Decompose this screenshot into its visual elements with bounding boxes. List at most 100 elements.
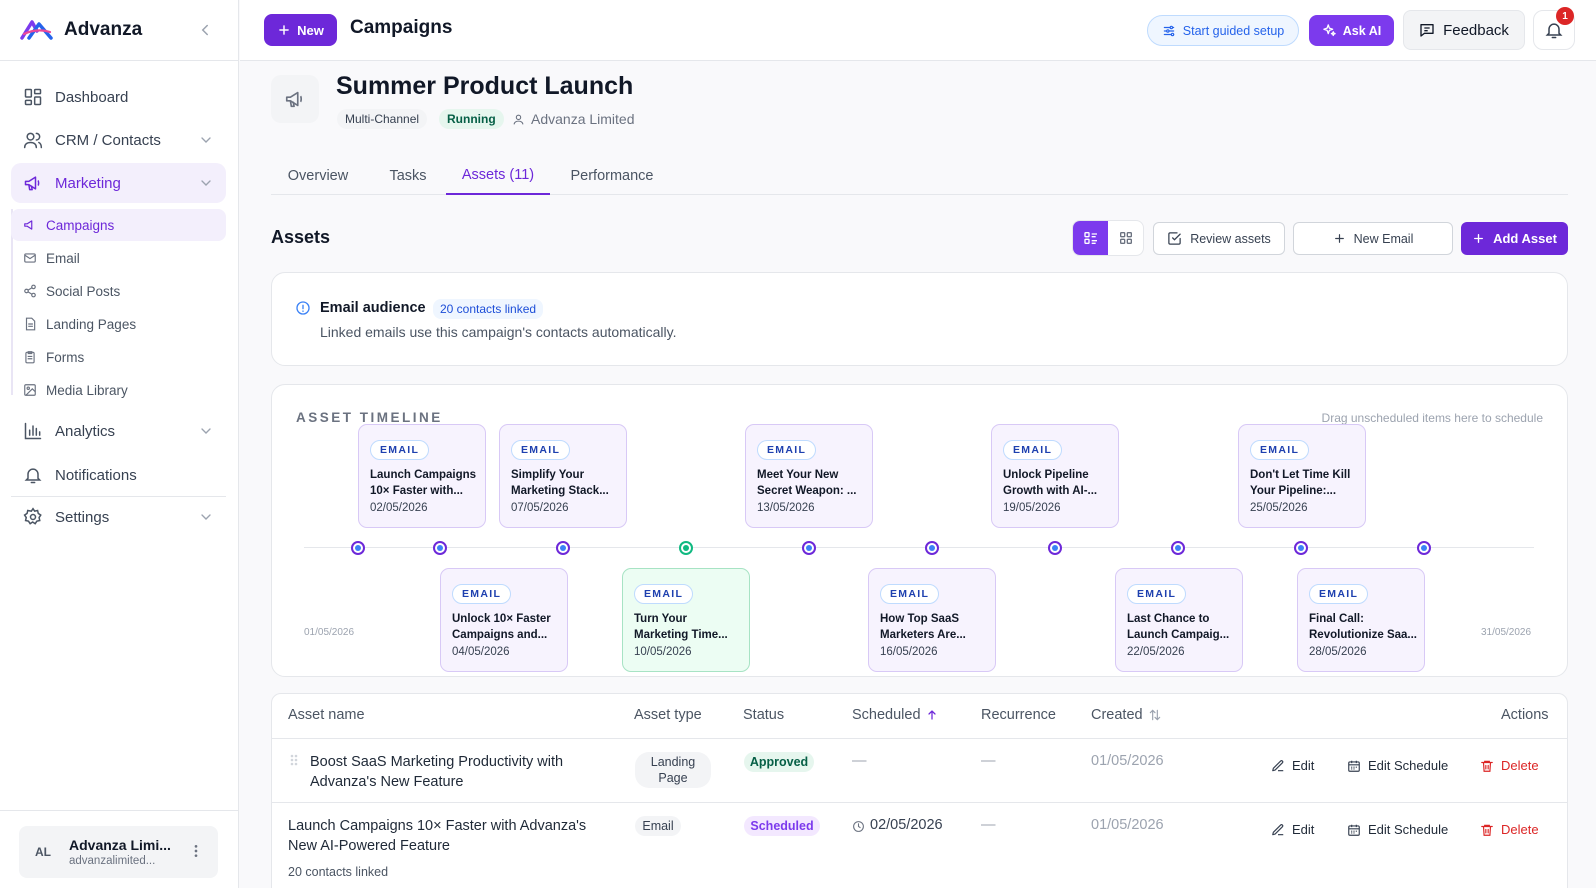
asset-date: 07/05/2026 bbox=[511, 502, 569, 514]
timeline-marker[interactable] bbox=[433, 541, 447, 555]
asset-date: 16/05/2026 bbox=[880, 646, 938, 658]
asset-date: 22/05/2026 bbox=[1127, 646, 1185, 658]
sidebar-subitem-campaigns[interactable]: Campaigns bbox=[11, 209, 226, 241]
user-profile[interactable]: AL Advanza Limi... advanzalimited... bbox=[19, 826, 218, 878]
sidebar-item-notifications[interactable]: Notifications bbox=[11, 455, 226, 495]
column-header-created[interactable]: Created bbox=[1091, 707, 1162, 723]
new-email-button[interactable]: New Email bbox=[1293, 222, 1453, 255]
asset-title: Meet Your New Secret Weapon: ... bbox=[757, 469, 857, 497]
email-audience-description: Linked emails use this campaign's contac… bbox=[320, 324, 677, 340]
sidebar-subitem-landing-pages[interactable]: Landing Pages bbox=[11, 308, 226, 340]
tab-overview[interactable]: Overview bbox=[281, 157, 355, 195]
sidebar-subitem-social-posts[interactable]: Social Posts bbox=[11, 275, 226, 307]
grid-view-button[interactable] bbox=[1108, 221, 1143, 255]
sidebar-item-settings[interactable]: Settings bbox=[11, 497, 226, 537]
feedback-button[interactable]: Feedback bbox=[1403, 10, 1525, 50]
sidebar-item-dashboard[interactable]: Dashboard bbox=[11, 77, 226, 117]
asset-title: Last Chance to Launch Campaig... bbox=[1127, 613, 1230, 641]
status-badge: Running bbox=[439, 109, 504, 129]
tab-performance[interactable]: Performance bbox=[564, 157, 660, 195]
timeline-asset-card[interactable]: EMAIL Don't Let Time Kill Your Pipeline:… bbox=[1238, 424, 1366, 528]
timeline-marker[interactable] bbox=[802, 541, 816, 555]
created-value: 01/05/2026 bbox=[1091, 817, 1164, 833]
timeline-marker[interactable] bbox=[1417, 541, 1431, 555]
timeline-asset-card[interactable]: EMAIL Unlock 10× Faster Campaigns and...… bbox=[440, 568, 568, 672]
add-asset-button[interactable]: Add Asset bbox=[1461, 222, 1568, 255]
tab-assets[interactable]: Assets (11) bbox=[446, 157, 550, 195]
user-email: advanzalimited... bbox=[69, 855, 156, 867]
edit-schedule-button[interactable]: Edit Schedule bbox=[1347, 822, 1448, 837]
asset-name[interactable]: Boost SaaS Marketing Productivity with A… bbox=[310, 752, 610, 792]
sidebar-item-analytics[interactable]: Analytics bbox=[11, 411, 226, 451]
edit-button[interactable]: Edit bbox=[1271, 822, 1314, 837]
edit-button[interactable]: Edit bbox=[1271, 758, 1314, 773]
timeline-asset-card[interactable]: EMAIL Unlock Pipeline Growth with AI-...… bbox=[991, 424, 1119, 528]
asset-date: 04/05/2026 bbox=[452, 646, 510, 658]
sidebar-item-crm-contacts[interactable]: CRM / Contacts bbox=[11, 120, 226, 160]
sidebar-subitem-media-library[interactable]: Media Library bbox=[11, 374, 226, 406]
review-assets-button[interactable]: Review assets bbox=[1153, 222, 1285, 255]
asset-type-badge: EMAIL bbox=[511, 440, 571, 460]
edit-label: Edit bbox=[1292, 822, 1315, 837]
sidebar-subitem-forms[interactable]: Forms bbox=[11, 341, 226, 373]
edit-schedule-label: Edit Schedule bbox=[1368, 822, 1449, 837]
collapse-sidebar-icon[interactable] bbox=[196, 21, 214, 39]
timeline-asset-card[interactable]: EMAIL Meet Your New Secret Weapon: ... 1… bbox=[745, 424, 873, 528]
column-header-status[interactable]: Status bbox=[743, 707, 784, 723]
asset-title: Don't Let Time Kill Your Pipeline:... bbox=[1250, 469, 1351, 497]
sidebar-subitem-label: Forms bbox=[46, 349, 85, 365]
assets-heading: Assets bbox=[271, 227, 331, 247]
brand[interactable]: Advanza bbox=[20, 14, 142, 46]
asset-type-badge: EMAIL bbox=[1003, 440, 1063, 460]
delete-button[interactable]: Delete bbox=[1480, 822, 1539, 837]
dashboard-icon bbox=[23, 87, 43, 107]
list-icon bbox=[1083, 230, 1099, 246]
timeline-marker[interactable] bbox=[1048, 541, 1062, 555]
timeline-asset-card[interactable]: EMAIL How Top SaaS Marketers Are... 16/0… bbox=[868, 568, 996, 672]
timeline-marker[interactable] bbox=[1294, 541, 1308, 555]
tab-tasks[interactable]: Tasks bbox=[378, 157, 438, 195]
timeline-marker[interactable] bbox=[351, 541, 365, 555]
asset-subtext: 20 contacts linked bbox=[288, 865, 389, 879]
column-header-asset-type[interactable]: Asset type bbox=[634, 707, 702, 723]
sidebar-item-label: Dashboard bbox=[55, 88, 129, 106]
timeline-marker[interactable] bbox=[679, 541, 693, 555]
sidebar-item-label: CRM / Contacts bbox=[55, 131, 161, 149]
delete-button[interactable]: Delete bbox=[1480, 758, 1539, 773]
sidebar-item-marketing[interactable]: Marketing bbox=[11, 163, 226, 203]
page-title: Campaigns bbox=[350, 17, 453, 38]
timeline-asset-card[interactable]: EMAIL Launch Campaigns 10× Faster with..… bbox=[358, 424, 486, 528]
sidebar-subitem-email[interactable]: Email bbox=[11, 242, 226, 274]
timeline-marker[interactable] bbox=[556, 541, 570, 555]
timeline-start-label: 01/05/2026 bbox=[304, 627, 355, 638]
start-guided-setup-button[interactable]: Start guided setup bbox=[1147, 15, 1299, 46]
edit-schedule-button[interactable]: Edit Schedule bbox=[1347, 758, 1448, 773]
timeline-asset-card[interactable]: EMAIL Turn Your Marketing Time... 10/05/… bbox=[622, 568, 750, 672]
asset-type-badge: EMAIL bbox=[1127, 584, 1187, 604]
email-audience-card bbox=[271, 272, 1568, 366]
asset-date: 10/05/2026 bbox=[634, 646, 692, 658]
sparkles-icon bbox=[1322, 23, 1337, 38]
column-header-scheduled[interactable]: Scheduled bbox=[852, 707, 938, 723]
new-button[interactable]: New bbox=[264, 14, 337, 46]
column-header-recurrence[interactable]: Recurrence bbox=[981, 707, 1056, 723]
file-icon bbox=[23, 317, 37, 331]
more-vertical-icon[interactable] bbox=[188, 843, 204, 859]
plus-icon bbox=[1472, 232, 1485, 245]
drag-handle-icon[interactable] bbox=[289, 753, 299, 767]
timeline-asset-card[interactable]: EMAIL Last Chance to Launch Campaig... 2… bbox=[1115, 568, 1243, 672]
timeline-marker[interactable] bbox=[925, 541, 939, 555]
avatar: AL bbox=[35, 845, 51, 859]
asset-name[interactable]: Launch Campaigns 10× Faster with Advanza… bbox=[288, 816, 618, 856]
sidebar-subitem-label: Social Posts bbox=[46, 283, 121, 299]
asset-type-badge: EMAIL bbox=[880, 584, 940, 604]
list-view-button[interactable] bbox=[1073, 221, 1108, 255]
calendar-icon bbox=[1347, 759, 1361, 773]
timeline-asset-card[interactable]: EMAIL Final Call: Revolutionize Saa... 2… bbox=[1297, 568, 1425, 672]
timeline-marker[interactable] bbox=[1171, 541, 1185, 555]
timeline-asset-card[interactable]: EMAIL Simplify Your Marketing Stack... 0… bbox=[499, 424, 627, 528]
column-header-asset-name[interactable]: Asset name bbox=[288, 707, 365, 723]
ask-ai-button[interactable]: Ask AI bbox=[1309, 15, 1394, 46]
megaphone-icon bbox=[284, 88, 306, 110]
asset-type-badge: EMAIL bbox=[1309, 584, 1369, 604]
